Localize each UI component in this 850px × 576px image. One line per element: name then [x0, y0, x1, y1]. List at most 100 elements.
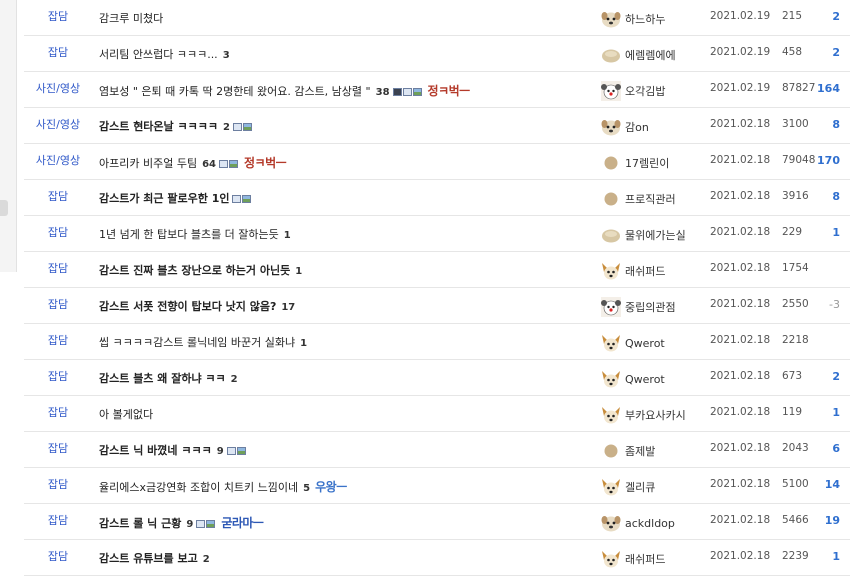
comment-count[interactable]: 2	[231, 374, 238, 385]
post-author[interactable]: 감on	[601, 117, 649, 137]
comment-count[interactable]: 9	[217, 446, 224, 457]
post-row[interactable]: 잡담 감크루 미쳤다 하느하누 2021.02.19 215 2	[24, 0, 850, 36]
post-author[interactable]: Qwerot	[601, 369, 665, 389]
post-row[interactable]: 잡담 감스트 유튜브를 보고 2 래쉬퍼드 2021.02.18 2239 1	[24, 540, 850, 576]
post-row[interactable]: 잡담 감스트가 최근 팔로우한 1인 프로직관러 2021.02.18 3916 8	[24, 180, 850, 216]
post-title-link[interactable]: 씹 ㅋㅋㅋㅋ감스트 롤닉네임 바꾼거 실화냐 1	[99, 334, 307, 350]
post-title-link[interactable]: 감스트 닉 바꼈네 ㅋㅋㅋ 9	[99, 442, 247, 458]
post-category[interactable]: 잡담	[24, 476, 92, 492]
post-author[interactable]: 17렘린이	[601, 153, 669, 173]
post-row[interactable]: 잡담 서리팀 안쓰럽다 ㅋㅋㅋ... 3 에렘렘에에 2021.02.19 458 2	[24, 36, 850, 72]
post-author[interactable]: 래쉬퍼드	[601, 261, 665, 281]
post-title[interactable]: 감스트 서폿 전향이 탑보다 낫지 않음?	[99, 300, 276, 313]
author-name[interactable]: 프로직관러	[625, 191, 676, 207]
post-category[interactable]: 사진/영상	[24, 80, 92, 96]
post-author[interactable]: 겔리큐	[601, 477, 655, 497]
post-author[interactable]: 에렘렘에에	[601, 45, 676, 65]
comment-count[interactable]: 2	[223, 122, 230, 133]
post-author[interactable]: ackdldop	[601, 513, 675, 533]
post-author[interactable]: 물위에가는실	[601, 225, 686, 245]
post-category[interactable]: 잡담	[24, 440, 92, 456]
post-category[interactable]: 잡담	[24, 404, 92, 420]
post-row[interactable]: 잡담 율리에스x금강연화 조합이 치트키 느낌이네 5 우왕ㅡ 겔리큐 2021.02.1…	[24, 468, 850, 504]
author-name[interactable]: 겔리큐	[625, 479, 655, 495]
comment-count[interactable]: 1	[300, 338, 307, 349]
comment-count[interactable]: 17	[281, 302, 295, 313]
post-title[interactable]: 아프리카 비주얼 두팀	[99, 157, 197, 170]
post-row[interactable]: 잡담 아 볼게없다 부카요사카시 2021.02.18 119 1	[24, 396, 850, 432]
author-name[interactable]: 중립의관점	[625, 299, 676, 315]
comment-count[interactable]: 64	[202, 159, 216, 170]
post-row[interactable]: 잡담 감스트 닉 바꼈네 ㅋㅋㅋ 9 좀제발 2021.02.18 2043 6	[24, 432, 850, 468]
author-name[interactable]: 에렘렘에에	[625, 47, 676, 63]
post-row[interactable]: 잡담 씹 ㅋㅋㅋㅋ감스트 롤닉네임 바꾼거 실화냐 1 Qwerot 2021.02.1…	[24, 324, 850, 360]
post-category[interactable]: 잡담	[24, 368, 92, 384]
post-title-link[interactable]: 감스트 서폿 전향이 탑보다 낫지 않음? 17	[99, 298, 295, 314]
post-title[interactable]: 감스트 유튜브를 보고	[99, 552, 198, 565]
post-category[interactable]: 잡담	[24, 548, 92, 564]
post-title-link[interactable]: 아 볼게없다	[99, 406, 153, 422]
author-name[interactable]: 감on	[625, 119, 649, 135]
post-title-link[interactable]: 서리팀 안쓰럽다 ㅋㅋㅋ... 3	[99, 46, 230, 62]
comment-count[interactable]: 1	[295, 266, 302, 277]
post-category[interactable]: 잡담	[24, 44, 92, 60]
post-title[interactable]: 감스트 롤 닉 근황	[99, 517, 181, 530]
author-name[interactable]: Qwerot	[625, 373, 665, 386]
author-name[interactable]: ackdldop	[625, 517, 675, 530]
post-category[interactable]: 잡담	[24, 224, 92, 240]
post-category[interactable]: 사진/영상	[24, 116, 92, 132]
comment-count[interactable]: 9	[186, 519, 193, 530]
author-name[interactable]: 래쉬퍼드	[625, 551, 665, 567]
post-title[interactable]: 감스트가 최근 팔로우한 1인	[99, 192, 229, 205]
post-author[interactable]: 래쉬퍼드	[601, 549, 665, 569]
post-title[interactable]: 염보성 " 은퇴 때 카톡 딱 2명한테 왔어요. 감스트, 남상렬 "	[99, 85, 371, 98]
author-name[interactable]: Qwerot	[625, 337, 665, 350]
author-name[interactable]: 17렘린이	[625, 155, 669, 171]
post-title-link[interactable]: 율리에스x금강연화 조합이 치트키 느낌이네 5 우왕ㅡ	[99, 478, 347, 495]
post-title[interactable]: 1년 넘게 한 탑보다 블츠를 더 잘하는듯	[99, 228, 279, 241]
post-row[interactable]: 사진/영상 염보성 " 은퇴 때 카톡 딱 2명한테 왔어요. 감스트, 남상렬 …	[24, 72, 850, 108]
author-name[interactable]: 래쉬퍼드	[625, 263, 665, 279]
post-row[interactable]: 잡담 감스트 진짜 블츠 장난으로 하는거 아닌듯 1 래쉬퍼드 2021.02.18 1…	[24, 252, 850, 288]
post-title[interactable]: 감스트 블츠 왜 잘하냐 ㅋㅋ	[99, 372, 226, 385]
post-title[interactable]: 씹 ㅋㅋㅋㅋ감스트 롤닉네임 바꾼거 실화냐	[99, 336, 295, 349]
post-author[interactable]: 좀제발	[601, 441, 655, 461]
post-category[interactable]: 잡담	[24, 188, 92, 204]
post-title[interactable]: 감스트 현타온날 ㅋㅋㅋㅋ	[99, 120, 218, 133]
author-name[interactable]: 좀제발	[625, 443, 655, 459]
author-name[interactable]: 오각김밥	[625, 83, 665, 99]
post-row[interactable]: 사진/영상 감스트 현타온날 ㅋㅋㅋㅋ 2 감on 2021.02.18 3100 8	[24, 108, 850, 144]
post-title[interactable]: 아 볼게없다	[99, 408, 153, 421]
post-title-link[interactable]: 감크루 미쳤다	[99, 10, 163, 26]
post-title-link[interactable]: 1년 넘게 한 탑보다 블츠를 더 잘하는듯 1	[99, 226, 291, 242]
comment-count[interactable]: 2	[203, 554, 210, 565]
post-category[interactable]: 잡담	[24, 332, 92, 348]
post-category[interactable]: 잡담	[24, 260, 92, 276]
comment-count[interactable]: 5	[303, 483, 310, 494]
post-title-link[interactable]: 감스트 진짜 블츠 장난으로 하는거 아닌듯 1	[99, 262, 302, 278]
comment-count[interactable]: 1	[284, 230, 291, 241]
post-title-link[interactable]: 감스트가 최근 팔로우한 1인	[99, 190, 252, 206]
author-name[interactable]: 하느하누	[625, 11, 665, 27]
post-category[interactable]: 잡담	[24, 512, 92, 528]
post-row[interactable]: 잡담 1년 넘게 한 탑보다 블츠를 더 잘하는듯 1 물위에가는실 2021.02.1…	[24, 216, 850, 252]
post-author[interactable]: 오각김밥	[601, 81, 665, 101]
post-row[interactable]: 잡담 감스트 서폿 전향이 탑보다 낫지 않음? 17 중립의관점 2021.02.18…	[24, 288, 850, 324]
post-author[interactable]: 부카요사카시	[601, 405, 686, 425]
author-name[interactable]: 물위에가는실	[625, 227, 686, 243]
author-name[interactable]: 부카요사카시	[625, 407, 686, 423]
comment-count[interactable]: 38	[376, 87, 390, 98]
post-title[interactable]: 서리팀 안쓰럽다 ㅋㅋㅋ...	[99, 48, 218, 61]
post-row[interactable]: 잡담 감스트 블츠 왜 잘하냐 ㅋㅋ 2 Qwerot 2021.02.18 673 2	[24, 360, 850, 396]
post-row[interactable]: 잡담 감스트 롤 닉 근황 9 굳라마ㅡ ackdldop 2021.02.18 5466 1…	[24, 504, 850, 540]
scroll-nub[interactable]	[0, 200, 8, 216]
comment-count[interactable]: 3	[223, 50, 230, 61]
post-title-link[interactable]: 염보성 " 은퇴 때 카톡 딱 2명한테 왔어요. 감스트, 남상렬 " 38 정ㅋ…	[99, 82, 470, 99]
post-author[interactable]: 프로직관러	[601, 189, 676, 209]
post-title[interactable]: 율리에스x금강연화 조합이 치트키 느낌이네	[99, 481, 298, 494]
post-title[interactable]: 감스트 진짜 블츠 장난으로 하는거 아닌듯	[99, 264, 290, 277]
post-category[interactable]: 사진/영상	[24, 152, 92, 168]
post-title[interactable]: 감크루 미쳤다	[99, 12, 163, 25]
post-title-link[interactable]: 감스트 유튜브를 보고 2	[99, 550, 210, 566]
post-author[interactable]: 하느하누	[601, 9, 665, 29]
